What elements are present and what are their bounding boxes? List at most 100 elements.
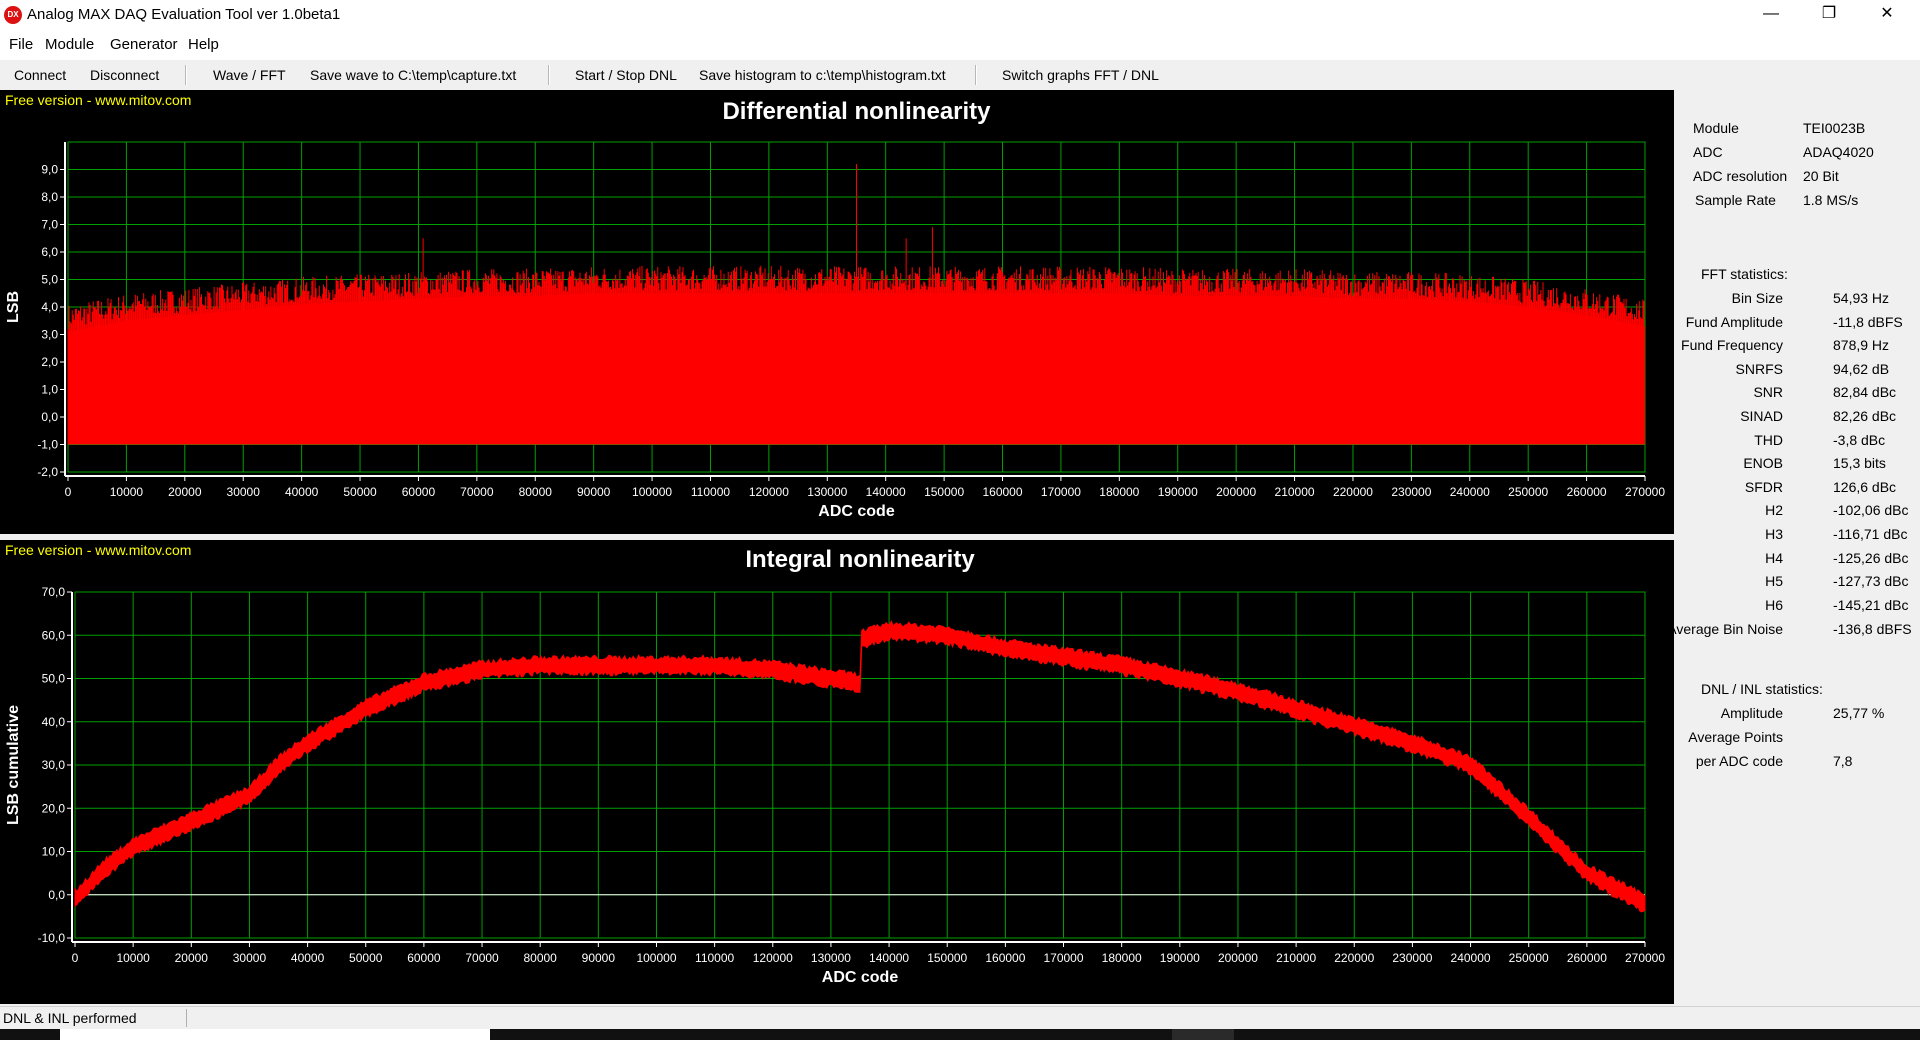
x-tick-label: 170000: [1043, 951, 1083, 965]
x-tick-label: 240000: [1450, 485, 1490, 499]
x-tick-label: 190000: [1158, 485, 1198, 499]
x-tick-label: 270000: [1625, 485, 1665, 499]
adc-value: ADAQ4020: [1803, 144, 1874, 160]
toolbar-separator: [548, 65, 550, 85]
x-tick-label: 260000: [1567, 485, 1607, 499]
x-tick-label: 250000: [1508, 485, 1548, 499]
menu-bar: File Module Generator Help: [0, 30, 1920, 60]
x-tick-label: 190000: [1160, 951, 1200, 965]
menu-generator[interactable]: Generator: [110, 36, 178, 53]
restore-button[interactable]: ❐: [1800, 0, 1858, 30]
fft-stat-label: Fund Frequency: [1681, 337, 1783, 354]
x-tick-label: 220000: [1334, 951, 1374, 965]
x-tick-label: 100000: [632, 485, 672, 499]
menu-help[interactable]: Help: [188, 36, 219, 53]
x-tick-label: 10000: [116, 951, 150, 965]
x-tick-label: 140000: [869, 951, 909, 965]
per-adc-code-value: 7,8: [1833, 753, 1853, 769]
fft-stat-value: 94,62 dB: [1833, 360, 1890, 377]
fft-stat-label: H4: [1765, 549, 1783, 566]
x-tick-label: 0: [72, 951, 79, 965]
status-separator: [186, 1009, 187, 1027]
y-tick-label: 8,0: [41, 190, 58, 204]
app-logo-icon: DX: [4, 6, 22, 24]
fft-stat-label: THD: [1754, 431, 1783, 448]
fft-stat-value: 82,26 dBc: [1833, 408, 1897, 424]
x-tick-label: 260000: [1567, 951, 1607, 965]
resolution-label: ADC resolution: [1693, 168, 1788, 184]
y-tick-label: 70,0: [42, 585, 66, 599]
y-tick-label: 5,0: [41, 273, 58, 287]
x-tick-label: 80000: [519, 485, 553, 499]
fft-stat-value: 82,84 dBc: [1833, 384, 1897, 401]
x-tick-label: 110000: [695, 951, 734, 965]
x-tick-label: 120000: [749, 485, 789, 499]
wave-fft-button[interactable]: Wave / FFT: [213, 67, 286, 83]
x-tick-label: 120000: [753, 951, 793, 965]
fft-stat-value: 126,6 dBc: [1833, 478, 1897, 495]
switch-graphs-button[interactable]: Switch graphs FFT / DNL: [1002, 67, 1159, 83]
menu-module[interactable]: Module: [45, 36, 94, 53]
sample-rate-value: 1.8 MS/s: [1803, 192, 1859, 208]
y-axis-label: LSB: [5, 291, 22, 323]
save-histogram-button[interactable]: Save histogram to c:\temp\histogram.txt: [699, 67, 946, 83]
fft-stat-label: H5: [1765, 573, 1783, 590]
x-tick-label: 90000: [577, 485, 611, 499]
watermark-text: Free version - www.mitov.com: [5, 92, 191, 108]
fft-stat-value: -127,73 dBc: [1833, 573, 1909, 590]
x-tick-label: 230000: [1392, 951, 1432, 965]
y-tick-label: -2,0: [37, 465, 58, 479]
per-adc-code-label: per ADC code: [1695, 753, 1783, 769]
chart-title: Differential nonlinearity: [722, 98, 991, 125]
y-axis-label: LSB cumulative: [5, 705, 22, 825]
inl-chart-panel[interactable]: Free version - www.mitov.com Integral non…: [0, 540, 1674, 1004]
toolbar-separator: [185, 65, 187, 85]
status-bar: DNL & INL performed: [0, 1006, 1920, 1029]
close-button[interactable]: ✕: [1858, 0, 1916, 30]
y-tick-label: 0,0: [48, 888, 65, 902]
fft-stat-value: -125,26 dBc: [1833, 549, 1909, 566]
y-tick-label: 50,0: [42, 672, 66, 686]
x-tick-label: 70000: [460, 485, 494, 499]
toolbar: Connect Disconnect Wave / FFT Save wave …: [0, 62, 1920, 88]
status-text: DNL & INL performed: [3, 1010, 137, 1026]
dnl-chart-panel[interactable]: Free version - www.mitov.com Differential…: [0, 90, 1674, 534]
dnl-inl-stats-header: DNL / INL statistics:: [1701, 681, 1823, 697]
x-tick-label: 110000: [691, 485, 730, 499]
x-tick-label: 60000: [407, 951, 441, 965]
start-stop-dnl-button[interactable]: Start / Stop DNL: [575, 67, 677, 83]
disconnect-button[interactable]: Disconnect: [90, 67, 159, 83]
x-tick-label: 20000: [168, 485, 202, 499]
x-tick-label: 160000: [985, 951, 1025, 965]
minimize-button[interactable]: —: [1742, 0, 1800, 30]
statistics-panel: Module TEI0023B ADC ADAQ4020 ADC resolut…: [1667, 90, 1920, 1004]
taskbar-app[interactable]: [1172, 1029, 1234, 1040]
fft-stat-label: SINAD: [1740, 408, 1783, 424]
avg-bin-noise-value: -136,8 dBFS: [1833, 621, 1912, 637]
y-tick-label: 1,0: [41, 383, 58, 397]
dnl-chart: Free version - www.mitov.com Differential…: [5, 92, 1665, 520]
x-tick-label: 30000: [227, 485, 261, 499]
taskbar: [0, 1029, 1920, 1040]
x-tick-label: 60000: [402, 485, 436, 499]
x-tick-label: 130000: [807, 485, 847, 499]
menu-file[interactable]: File: [9, 36, 33, 53]
x-tick-label: 50000: [343, 485, 377, 499]
average-points-label: Average Points: [1688, 729, 1783, 745]
watermark-text: Free version - www.mitov.com: [5, 542, 191, 558]
y-tick-label: 3,0: [41, 328, 58, 342]
x-tick-label: 70000: [465, 951, 499, 965]
x-tick-label: 200000: [1218, 951, 1258, 965]
y-tick-label: 6,0: [41, 245, 58, 259]
inl-chart: Free version - www.mitov.com Integral non…: [5, 542, 1665, 986]
title-bar: DX Analog MAX DAQ Evaluation Tool ver 1.…: [0, 0, 1920, 30]
x-tick-label: 250000: [1509, 951, 1549, 965]
fft-stat-label: SNRFS: [1735, 360, 1783, 377]
x-tick-label: 20000: [175, 951, 209, 965]
taskbar-search[interactable]: [60, 1029, 490, 1040]
connect-button[interactable]: Connect: [14, 67, 66, 83]
x-tick-label: 180000: [1102, 951, 1142, 965]
save-wave-button[interactable]: Save wave to C:\temp\capture.txt: [310, 67, 516, 83]
fft-stat-label: Bin Size: [1731, 290, 1783, 306]
y-tick-label: 20,0: [42, 801, 66, 815]
